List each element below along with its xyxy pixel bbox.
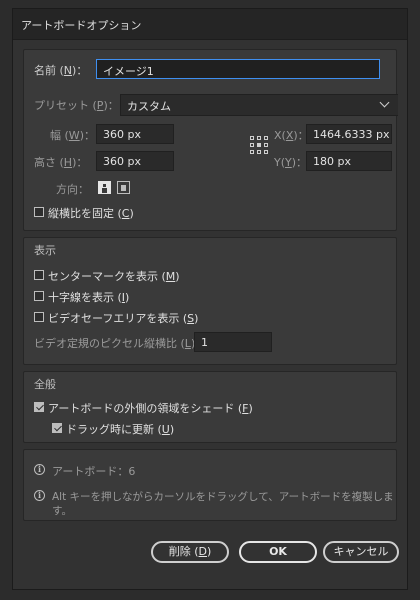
portrait-orientation-icon[interactable] [98, 181, 111, 194]
chevron-down-icon [379, 97, 390, 108]
general-panel: 全般 アートボードの外側の領域をシェード (F) ドラッグ時に更新 (U) [23, 371, 397, 443]
video-safe-label: ビデオセーフエリアを表示 (S) [48, 312, 199, 325]
info-icon: i [34, 490, 45, 501]
shade-outside-checkbox[interactable] [34, 402, 44, 412]
video-safe-checkbox[interactable] [34, 312, 44, 322]
update-while-dragging-checkbox[interactable] [52, 423, 62, 433]
reference-point-icon[interactable] [250, 136, 268, 154]
width-label: 幅 (W)： [50, 129, 95, 142]
preset-select[interactable]: カスタム [120, 94, 398, 116]
height-label: 高さ (H)： [34, 156, 88, 169]
y-input[interactable]: 180 px [306, 151, 392, 171]
delete-button[interactable]: 削除 (D) [151, 541, 229, 563]
preset-label: プリセット (P)： [34, 99, 119, 112]
info-icon: i [34, 464, 45, 475]
x-label: X(X)： [274, 129, 309, 142]
info-panel: i アートボード：6 i Alt キーを押しながらカーソルをドラッグして、アート… [23, 449, 397, 521]
artboard-options-dialog: アートボードオプション 名前 (N)： イメージ1 プリセット (P)： カスタ… [12, 8, 408, 590]
crosshair-label: 十字線を表示 (I) [48, 291, 130, 304]
width-input[interactable]: 360 px [96, 124, 174, 144]
center-mark-label: センターマークを表示 (M) [48, 270, 180, 283]
x-input[interactable]: 1464.6333 px [306, 124, 392, 144]
y-label: Y(Y)： [274, 156, 308, 169]
ok-button[interactable]: OK [239, 541, 317, 563]
tip-line-2: す。 [52, 505, 72, 517]
artboard-panel: 名前 (N)： イメージ1 プリセット (P)： カスタム 幅 (W)： 360… [23, 49, 398, 231]
tip-line-1: Alt キーを押しながらカーソルをドラッグして、アートボードを複製しま [52, 491, 394, 503]
shade-outside-label: アートボードの外側の領域をシェード (F) [48, 402, 253, 415]
artboard-count: アートボード：6 [52, 465, 136, 478]
constrain-proportions-label: 縦横比を固定 (C) [48, 207, 134, 220]
name-input[interactable]: イメージ1 [96, 59, 380, 79]
update-while-dragging-label: ドラッグ時に更新 (U) [66, 423, 175, 436]
name-label: 名前 (N)： [34, 64, 88, 77]
height-input[interactable]: 360 px [96, 151, 174, 171]
display-panel: 表示 センターマークを表示 (M) 十字線を表示 (I) ビデオセーフエリアを表… [23, 237, 397, 365]
window-title: アートボードオプション [21, 19, 142, 32]
constrain-proportions-checkbox[interactable] [34, 207, 44, 217]
landscape-orientation-icon[interactable] [117, 181, 130, 194]
display-section-title: 表示 [34, 244, 56, 257]
orientation-label: 方向： [56, 183, 89, 196]
center-mark-checkbox[interactable] [34, 270, 44, 280]
pixel-ratio-input[interactable]: 1 [194, 332, 272, 352]
crosshair-checkbox[interactable] [34, 291, 44, 301]
pixel-ratio-label: ビデオ定規のピクセル縦横比 (L)： [34, 337, 206, 350]
title-bar[interactable]: アートボードオプション [13, 9, 407, 40]
cancel-button[interactable]: キャンセル [323, 541, 399, 563]
general-section-title: 全般 [34, 378, 56, 391]
